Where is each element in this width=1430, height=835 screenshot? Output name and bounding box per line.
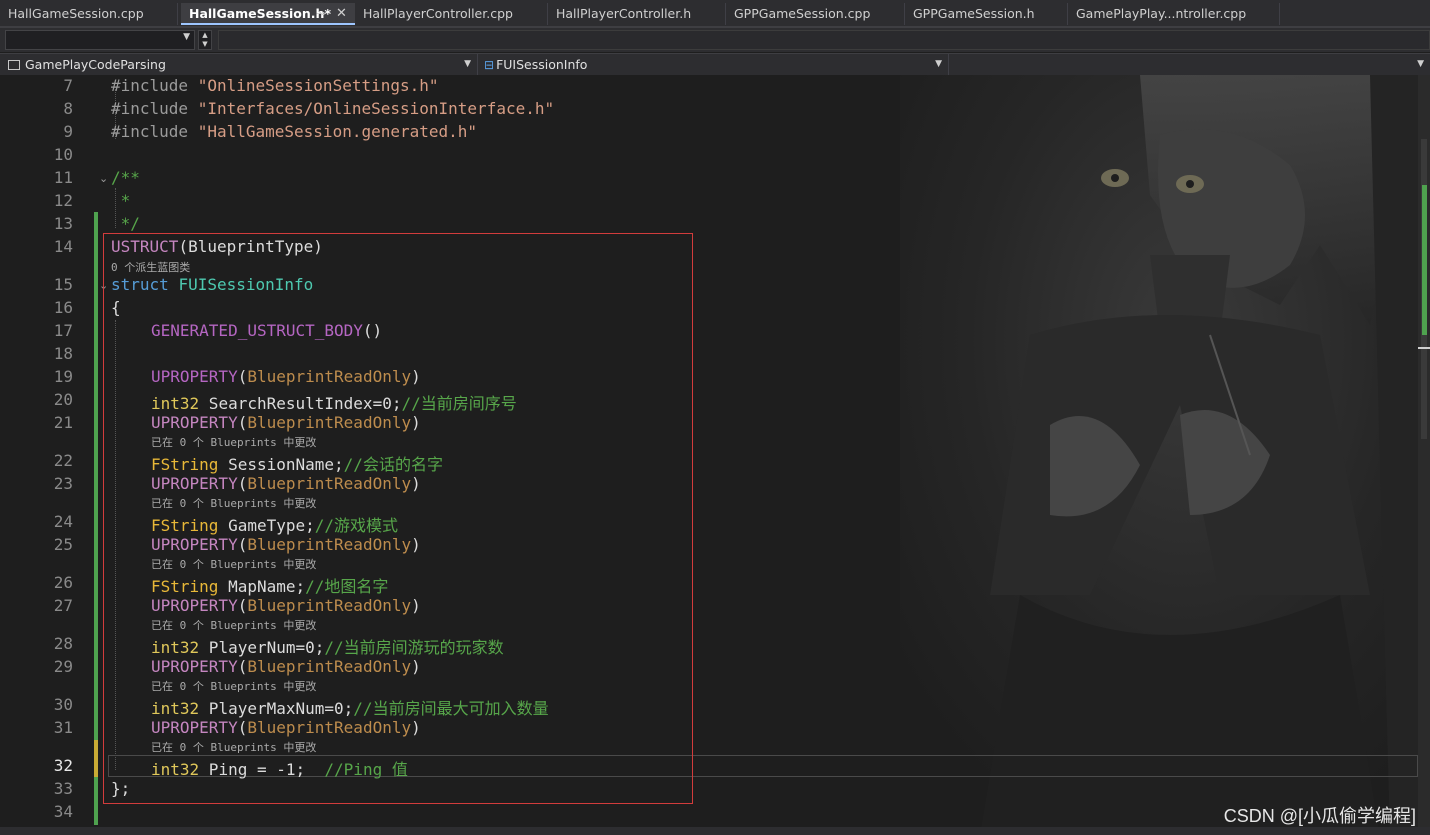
line-number: 7: [63, 76, 73, 95]
line-number: 25: [53, 535, 73, 554]
tab-label: GPPGameSession.h: [913, 6, 1035, 21]
toolbar-combo[interactable]: ▼: [5, 30, 195, 50]
line-number: 28: [53, 634, 73, 653]
chevron-down-icon: ▼: [464, 59, 471, 69]
tab-hallplayercontroller-h[interactable]: HallPlayerController.h: [548, 3, 726, 25]
line-number: 26: [53, 573, 73, 592]
code-line-13[interactable]: */: [111, 214, 140, 233]
line-number: 19: [53, 367, 73, 386]
line-number: 12: [53, 191, 73, 210]
line-number: 27: [53, 596, 73, 615]
tab-label: HallGameSession.h*: [189, 6, 331, 21]
chevron-down-icon: ▼: [935, 59, 942, 69]
tab-gppgamesession-h[interactable]: GPPGameSession.h: [905, 3, 1068, 25]
tab-hallplayercontroller-cpp[interactable]: HallPlayerController.cpp: [355, 3, 548, 25]
tab-label: HallPlayerController.cpp: [363, 6, 513, 21]
line-number: 21: [53, 413, 73, 432]
line-number: 10: [53, 145, 73, 164]
change-marker-unsaved: [94, 740, 98, 777]
document-tab-bar: HallGameSession.cpp HallGameSession.h* ⊸…: [0, 0, 1430, 28]
vertical-scrollbar[interactable]: [1418, 75, 1430, 827]
line-number: 11: [53, 168, 73, 187]
close-icon[interactable]: ✕: [336, 3, 347, 23]
pin-icon[interactable]: ⊸: [316, 3, 325, 23]
tab-hallgamesession-cpp[interactable]: HallGameSession.cpp: [0, 3, 178, 25]
change-marker: [94, 212, 98, 749]
line-number: 8: [63, 99, 73, 118]
scrollbar-change-mark: [1422, 185, 1427, 335]
project-dropdown[interactable]: GamePlayCodeParsing ▼: [0, 54, 478, 75]
editor-background-image: [900, 75, 1418, 835]
string-literal: "OnlineSessionSettings.h": [197, 76, 439, 95]
project-icon: [8, 60, 20, 70]
line-number: 23: [53, 474, 73, 493]
member-dropdown[interactable]: ▼: [949, 54, 1430, 75]
tab-label: GamePlayPlay...ntroller.cpp: [1076, 6, 1247, 21]
line-number: 29: [53, 657, 73, 676]
preprocessor-keyword: #include: [111, 99, 189, 118]
string-literal: "Interfaces/OnlineSessionInterface.h": [197, 99, 555, 118]
line-number: 15: [53, 275, 73, 294]
fold-chevron-icon[interactable]: ⌄: [99, 172, 108, 185]
line-number: 22: [53, 451, 73, 470]
highlight-annotation-box: [103, 233, 693, 804]
code-line-9[interactable]: #include "HallGameSession.generated.h": [111, 122, 477, 141]
chevron-down-icon: ▼: [183, 32, 190, 42]
line-number: 17: [53, 321, 73, 340]
line-number: 9: [63, 122, 73, 141]
scope-dropdown[interactable]: ⊟ FUISessionInfo ▼: [478, 54, 949, 75]
line-number: 30: [53, 695, 73, 714]
code-line-12[interactable]: *: [111, 191, 131, 210]
line-number: 14: [53, 237, 73, 256]
toolbar-field[interactable]: [218, 30, 1430, 50]
project-name: GamePlayCodeParsing: [25, 57, 166, 72]
line-number: 20: [53, 390, 73, 409]
line-number: 31: [53, 718, 73, 737]
code-line-11[interactable]: /**: [111, 168, 140, 187]
line-number: 33: [53, 779, 73, 798]
tab-label: HallPlayerController.h: [556, 6, 692, 21]
editor-toolbar: ▼ ▲ ▼: [0, 28, 1430, 52]
tab-gameplayplayercontroller-cpp[interactable]: GamePlayPlay...ntroller.cpp: [1068, 3, 1280, 25]
line-number: 13: [53, 214, 73, 233]
scrollbar-caret-mark: [1418, 347, 1430, 349]
line-number: 18: [53, 344, 73, 363]
code-line-7[interactable]: #include "OnlineSessionSettings.h": [111, 76, 439, 95]
watermark: CSDN @[小瓜偷学编程]: [1223, 806, 1416, 826]
change-marker: [94, 777, 98, 825]
spin-button[interactable]: ▲ ▼: [198, 30, 212, 50]
tab-gppgamesession-cpp[interactable]: GPPGameSession.cpp: [726, 3, 905, 25]
preprocessor-keyword: #include: [111, 122, 189, 141]
scope-name: FUISessionInfo: [496, 57, 588, 72]
navigation-bar: GamePlayCodeParsing ▼ ⊟ FUISessionInfo ▼ …: [0, 53, 1430, 76]
struct-icon: ⊟: [484, 58, 495, 72]
tab-label: GPPGameSession.cpp: [734, 6, 871, 21]
chevron-down-icon: ▼: [1417, 59, 1424, 69]
tab-hallgamesession-h[interactable]: HallGameSession.h* ⊸ ✕: [181, 3, 357, 25]
line-number: 34: [53, 802, 73, 821]
tab-label: HallGameSession.cpp: [8, 6, 144, 21]
string-literal: "HallGameSession.generated.h": [197, 122, 478, 141]
line-number: 32: [53, 756, 73, 775]
line-number: 16: [53, 298, 73, 317]
preprocessor-keyword: #include: [111, 76, 189, 95]
status-bar: [0, 827, 1430, 835]
code-line-8[interactable]: #include "Interfaces/OnlineSessionInterf…: [111, 99, 554, 118]
line-number: 24: [53, 512, 73, 531]
code-editor[interactable]: ⌄ ⌄ 7 #include "OnlineSessionSettings.h"…: [0, 75, 1418, 835]
